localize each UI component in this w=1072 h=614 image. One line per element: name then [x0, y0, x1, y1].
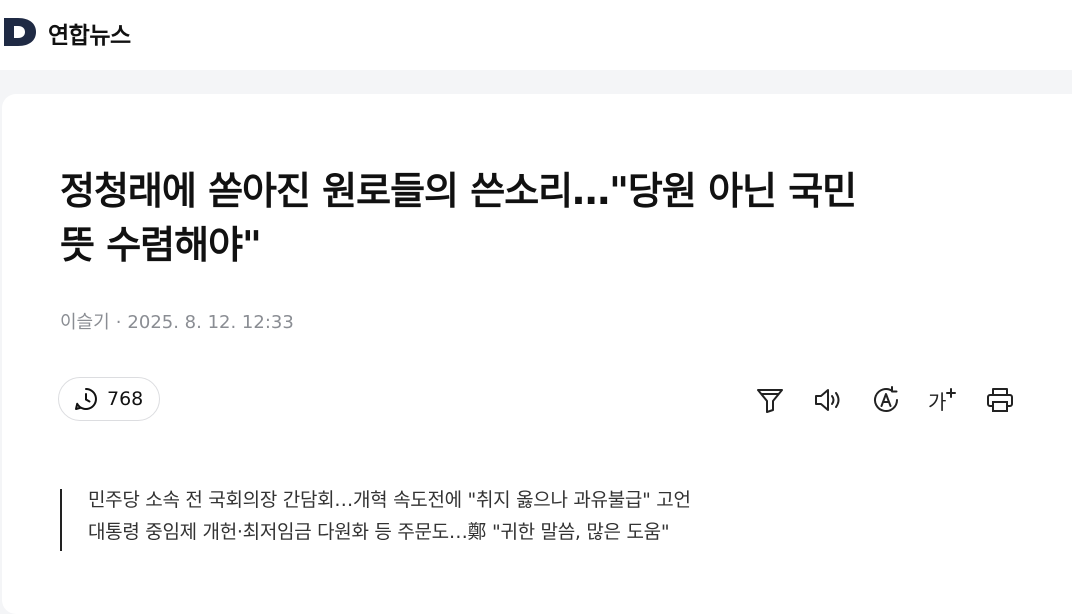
site-header: 연합뉴스: [0, 0, 1072, 70]
filter-icon: [757, 389, 783, 413]
article-toolbar: 가: [752, 379, 1020, 421]
byline-separator: ·: [115, 312, 122, 333]
site-name-link[interactable]: 연합뉴스: [48, 16, 131, 50]
article-title-line2: 뜻 수렴해야": [60, 223, 262, 267]
comment-count: 768: [107, 388, 144, 410]
auto-translate-icon: [874, 386, 898, 412]
publish-datetime: 2025. 8. 12. 12:33: [127, 312, 294, 333]
article-summary: 민주당 소속 전 국회의장 간담회…개혁 속도전에 "취지 옳으나 과유불급" …: [88, 484, 691, 548]
summary-line-1: 민주당 소속 전 국회의장 간담회…개혁 속도전에 "취지 옳으나 과유불급" …: [88, 489, 691, 511]
print-icon: [987, 388, 1013, 412]
article-byline: 이슬기 · 2025. 8. 12. 12:33: [60, 308, 294, 334]
speaker-icon: [815, 389, 840, 411]
article-title: 정청래에 쏟아진 원로들의 쓴소리…"당원 아닌 국민 뜻 수렴해야": [60, 164, 1050, 272]
read-aloud-button[interactable]: [810, 379, 846, 421]
font-size-glyph: 가: [928, 390, 946, 414]
auto-summary-button[interactable]: [868, 379, 904, 421]
comment-clock-icon: [75, 388, 97, 410]
daum-logo-icon[interactable]: [2, 14, 38, 50]
article-title-line1: 정청래에 쏟아진 원로들의 쓴소리…"당원 아닌 국민: [60, 169, 857, 213]
summary-line-2: 대통령 중임제 개헌·최저임금 다원화 등 주문도…鄭 "귀한 말씀, 많은 도…: [88, 521, 670, 543]
font-size-icon: 가: [928, 388, 956, 414]
print-button[interactable]: [982, 379, 1018, 421]
article-card: 정청래에 쏟아진 원로들의 쓴소리…"당원 아닌 국민 뜻 수렴해야" 이슬기 ·…: [2, 94, 1072, 614]
summary-quote-bar: [60, 489, 62, 551]
font-size-button[interactable]: 가: [924, 379, 960, 421]
author-name[interactable]: 이슬기: [60, 312, 110, 333]
comment-button[interactable]: 768: [58, 377, 161, 421]
filter-button[interactable]: [752, 379, 788, 421]
